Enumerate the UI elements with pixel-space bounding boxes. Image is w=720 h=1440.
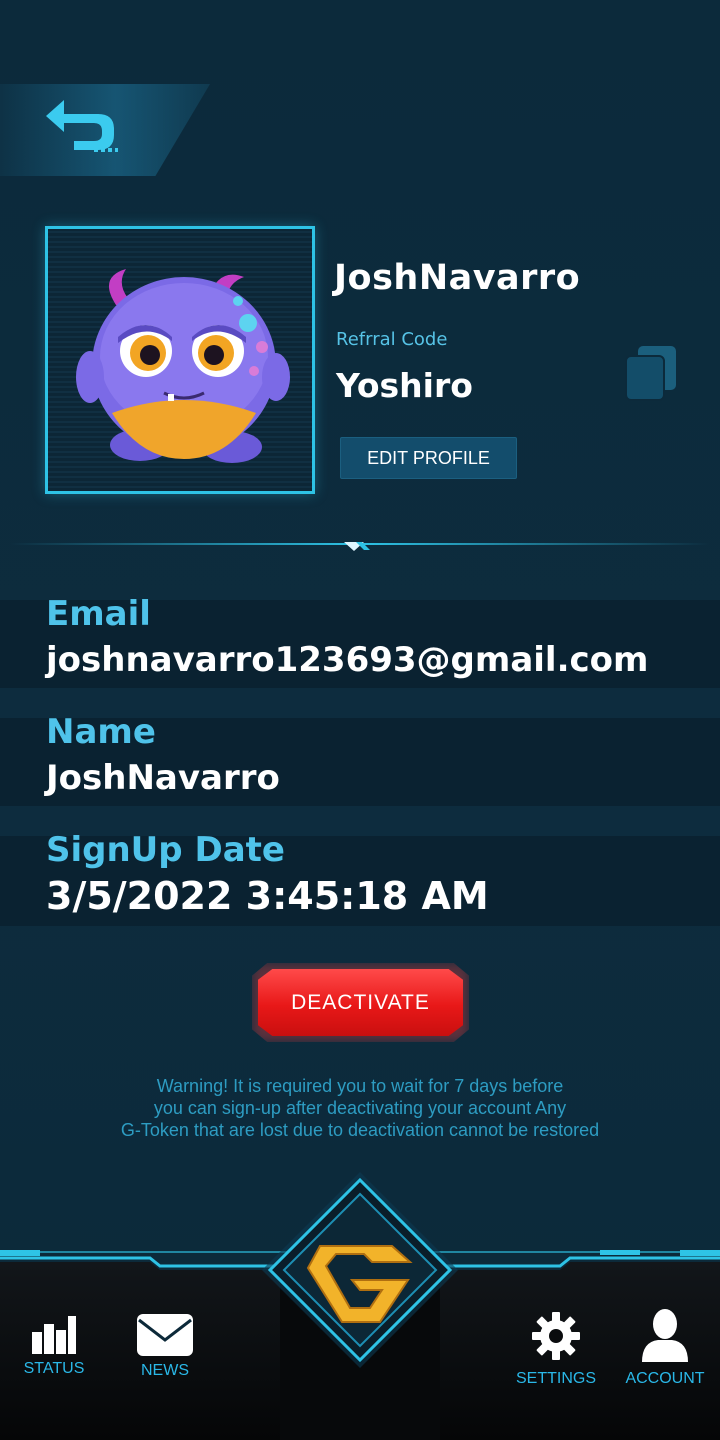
username: JoshNavarro: [334, 258, 581, 298]
nav-news-label: NEWS: [141, 1362, 189, 1379]
deactivation-warning: Warning! It is required you to wait for …: [40, 1075, 680, 1141]
email-label: Email: [46, 594, 151, 634]
nav-status[interactable]: STATUS: [14, 1312, 94, 1378]
copy-referral-button[interactable]: [624, 344, 678, 402]
name-value: JoshNavarro: [46, 758, 280, 798]
avatar-frame: [45, 226, 315, 494]
account-screen: JoshNavarro Refrral Code Yoshiro EDIT PR…: [0, 0, 720, 1440]
back-button[interactable]: [36, 94, 126, 154]
edit-profile-button[interactable]: EDIT PROFILE: [340, 437, 517, 479]
status-bars-icon: [32, 1316, 76, 1354]
signup-date-label: SignUp Date: [46, 830, 285, 870]
account-person-icon: [642, 1309, 688, 1362]
mail-icon: [137, 1314, 193, 1356]
name-label: Name: [46, 712, 156, 752]
warning-line-3: G-Token that are lost due to deactivatio…: [120, 1120, 600, 1140]
nav-status-label: STATUS: [23, 1360, 85, 1377]
nav-settings[interactable]: SETTINGS: [510, 1312, 602, 1388]
nav-news[interactable]: NEWS: [125, 1312, 205, 1380]
back-panel: [0, 84, 210, 176]
name-row: Name JoshNavarro: [0, 710, 720, 810]
copy-icon: [625, 346, 676, 401]
referral-code: Yoshiro: [336, 366, 473, 405]
email-row: Email joshnavarro123693@gmail.com: [0, 592, 720, 692]
referral-code-label: Refrral Code: [336, 329, 448, 350]
home-g-button[interactable]: [260, 1170, 460, 1380]
monster-avatar: [76, 269, 290, 463]
nav-account-label: ACCOUNT: [625, 1370, 705, 1387]
email-value: joshnavarro123693@gmail.com: [46, 640, 649, 680]
deactivate-button[interactable]: DEACTIVATE: [258, 969, 463, 1036]
back-arrow-icon: [46, 100, 118, 152]
warning-line-1: Warning! It is required you to wait for …: [156, 1076, 564, 1096]
nav-settings-label: SETTINGS: [515, 1370, 596, 1387]
gear-icon: [532, 1312, 580, 1360]
section-divider: [10, 542, 710, 551]
nav-account[interactable]: ACCOUNT: [620, 1308, 710, 1388]
g-token-icon: [262, 1172, 458, 1368]
warning-line-2: you can sign-up after deactivating your …: [153, 1098, 567, 1118]
signup-date-row: SignUp Date 3/5/2022 3:45:18 AM: [0, 828, 720, 928]
signup-date-value: 3/5/2022 3:45:18 AM: [46, 874, 489, 918]
